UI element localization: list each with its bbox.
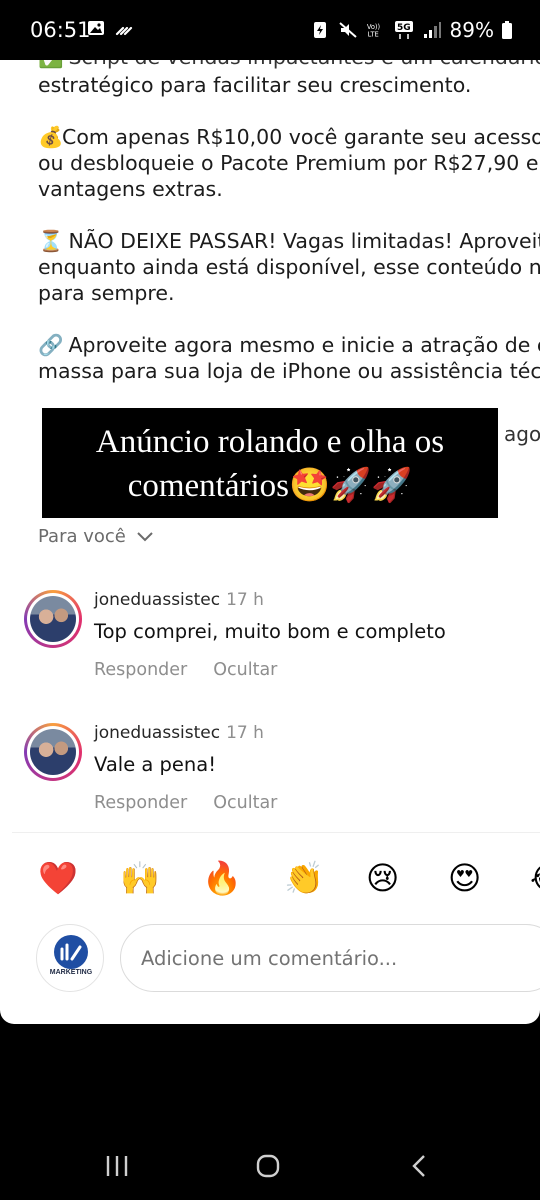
mute-icon xyxy=(338,22,357,38)
caption-paragraph-4: 🔗 Aproveite agora mesmo e inicie a atraç… xyxy=(38,333,540,383)
gallery-icon xyxy=(88,21,104,35)
reaction-crying-icon[interactable]: 😢 xyxy=(366,858,448,898)
signal-icon xyxy=(423,22,441,38)
comment-actions: Responder Ocultar xyxy=(94,660,277,680)
battery-icon xyxy=(502,21,512,39)
svg-text:LTE: LTE xyxy=(367,31,378,39)
reply-button[interactable]: Responder xyxy=(94,660,187,680)
hourglass-icon: ⏳ xyxy=(38,229,64,253)
status-left-icons xyxy=(86,18,134,38)
battery-percent: 89% xyxy=(449,18,494,42)
post-caption: ✅ Script de vendas impactantes e um cale… xyxy=(38,60,540,410)
chevron-down-icon xyxy=(137,531,153,541)
check-icon: ✅ xyxy=(38,60,64,70)
comment-text: Vale a pena! xyxy=(94,753,217,776)
caption-peek-text: ago xyxy=(504,422,540,446)
avatar[interactable] xyxy=(24,723,82,781)
reaction-raised-hands-icon[interactable]: 🙌 xyxy=(120,858,202,898)
comment-meta: joneduassistec 17 h xyxy=(94,723,264,743)
money-bag-icon: 💰 xyxy=(38,125,64,149)
caption-paragraph-2: 💰Com apenas R$10,00 você garante seu ace… xyxy=(38,125,540,201)
reaction-clapping-icon[interactable]: 👏 xyxy=(284,858,366,898)
avatar[interactable] xyxy=(24,590,82,648)
avatar-brand-text: MARKETING xyxy=(49,969,93,976)
status-bar: 06:51 Vo)) LTE 5G 89% xyxy=(0,0,540,60)
reaction-heart-icon[interactable]: ❤️ xyxy=(38,858,120,898)
comment-username[interactable]: joneduassistec xyxy=(94,723,220,743)
sort-selector[interactable]: Para você xyxy=(38,526,154,547)
comment-input[interactable] xyxy=(120,924,540,992)
status-right: Vo)) LTE 5G 89% xyxy=(310,18,512,42)
reaction-fire-icon[interactable]: 🔥 xyxy=(202,858,284,898)
comment-meta: joneduassistec 17 h xyxy=(94,590,264,610)
recent-apps-icon[interactable] xyxy=(104,1154,130,1178)
caption-cut-line: ✅ Script de vendas impactantes e um cale… xyxy=(38,60,540,70)
comment-time: 17 h xyxy=(226,590,264,610)
back-icon[interactable] xyxy=(408,1154,430,1178)
sort-label: Para você xyxy=(38,526,126,547)
comment-composer: MARKETING xyxy=(36,924,540,994)
status-time: 06:51 xyxy=(30,18,91,42)
reaction-heart-eyes-icon[interactable]: 😍 xyxy=(448,858,530,898)
comment-actions: Responder Ocultar xyxy=(94,793,277,813)
home-icon[interactable] xyxy=(255,1154,281,1178)
quick-reactions-bar: ❤️ 🙌 🔥 👏 😢 😍 😂 xyxy=(38,858,540,898)
5g-icon: 5G xyxy=(394,21,413,39)
volte-icon: Vo))LTE xyxy=(366,23,380,39)
text-overlay-banner: Anúncio rolando e olha os comentários🤩🚀🚀 xyxy=(42,408,498,518)
overlay-line-2: comentários🤩🚀🚀 xyxy=(127,468,413,504)
comment-text: Top comprei, muito bom e completo xyxy=(94,620,446,643)
comments-sheet: ✅ Script de vendas impactantes e um cale… xyxy=(0,60,540,1024)
hide-button[interactable]: Ocultar xyxy=(213,660,277,680)
overlay-line-1: Anúncio rolando e olha os xyxy=(95,424,445,460)
chart-logo-icon xyxy=(54,935,88,969)
battery-saver-icon xyxy=(313,22,326,38)
reaction-laughing-icon[interactable]: 😂 xyxy=(530,858,540,898)
link-icon: 🔗 xyxy=(38,333,64,357)
hide-button[interactable]: Ocultar xyxy=(213,793,277,813)
comment-time: 17 h xyxy=(226,723,264,743)
reply-button[interactable]: Responder xyxy=(94,793,187,813)
current-user-avatar: MARKETING xyxy=(36,924,104,992)
system-nav-bar xyxy=(0,1130,540,1200)
svg-text:5G: 5G xyxy=(397,23,411,33)
caption-paragraph-1: estratégico para facilitar seu crescimen… xyxy=(38,73,472,97)
tools-icon xyxy=(115,26,133,36)
divider xyxy=(12,832,540,833)
caption-paragraph-3: ⏳ NÃO DEIXE PASSAR! Vagas limitadas! Apr… xyxy=(38,229,540,305)
comment-username[interactable]: joneduassistec xyxy=(94,590,220,610)
